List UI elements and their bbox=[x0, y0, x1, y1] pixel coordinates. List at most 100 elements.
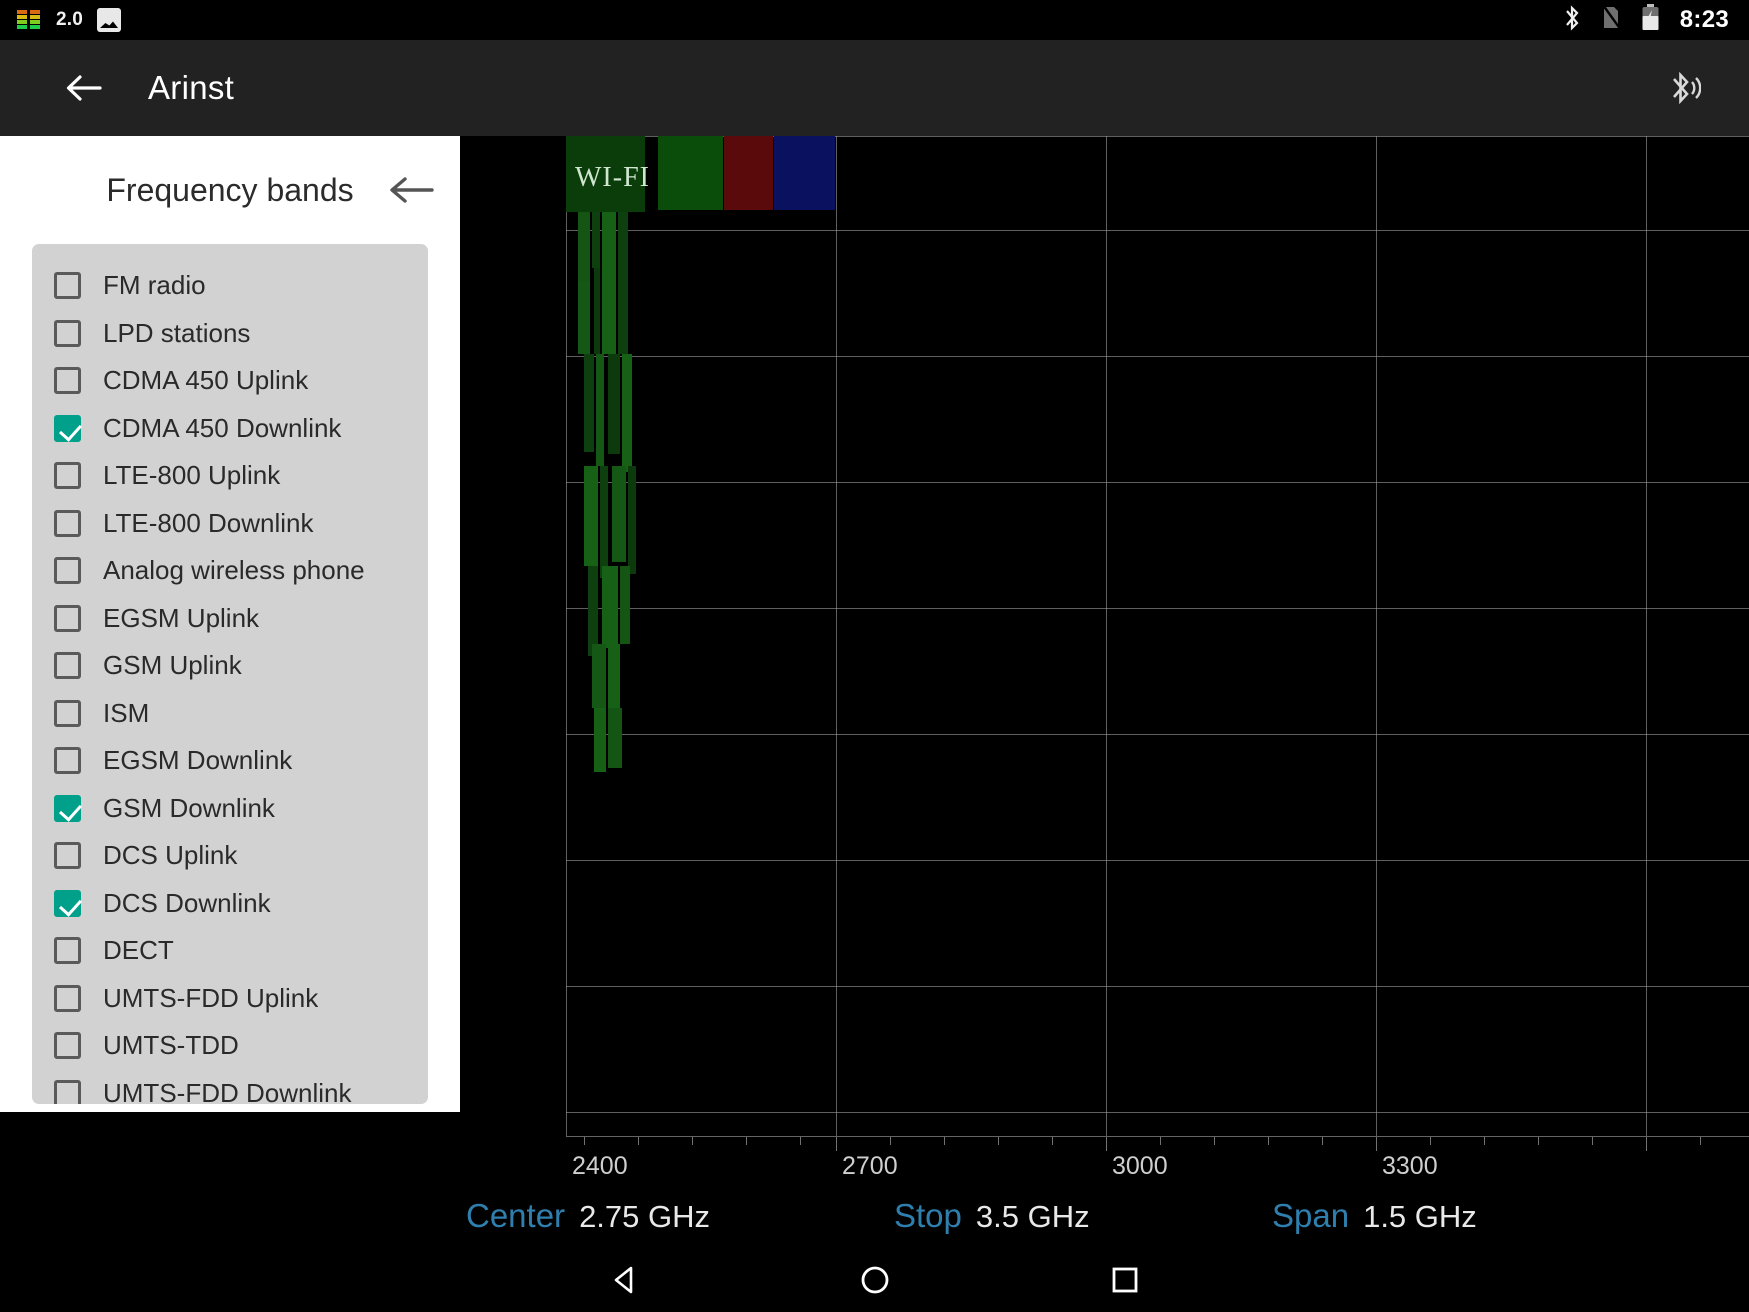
list-item-label: LTE-800 Downlink bbox=[103, 508, 314, 539]
android-navigation-bar bbox=[0, 1248, 1749, 1312]
nav-home-circle-icon[interactable] bbox=[750, 1263, 1000, 1297]
spectrum-panel[interactable]: WI-FI bbox=[460, 136, 1749, 1248]
list-item[interactable]: LTE-800 Downlink bbox=[32, 500, 428, 548]
trace-segment bbox=[602, 212, 616, 292]
trace-segment bbox=[600, 466, 608, 578]
checkbox-icon[interactable] bbox=[54, 557, 81, 584]
checkbox-icon[interactable] bbox=[54, 747, 81, 774]
bluetooth-audio-icon[interactable] bbox=[1667, 68, 1701, 108]
spectrum-plot[interactable]: WI-FI bbox=[566, 136, 1749, 1136]
list-item-label: UMTS-TDD bbox=[103, 1030, 239, 1061]
checkbox-icon[interactable] bbox=[54, 652, 81, 679]
trace-segment bbox=[594, 708, 606, 772]
list-item[interactable]: DCS Downlink bbox=[32, 880, 428, 928]
grid-line-horizontal bbox=[566, 986, 1749, 987]
span-frequency-readout[interactable]: Span 1.5 GHz bbox=[1272, 1197, 1477, 1235]
stop-frequency-readout[interactable]: Stop 3.5 GHz bbox=[894, 1197, 1090, 1235]
app-bar: Arinst bbox=[0, 40, 1749, 136]
status-bar-right: 8:23 bbox=[1563, 4, 1749, 36]
list-item[interactable]: DECT bbox=[32, 927, 428, 975]
band-label-wifi: WI-FI bbox=[575, 162, 650, 194]
drawer-header: Frequency bands bbox=[0, 136, 460, 244]
band-block-green bbox=[658, 136, 723, 210]
list-item[interactable]: UMTS-FDD Downlink bbox=[32, 1070, 428, 1105]
checkbox-icon[interactable] bbox=[54, 320, 81, 347]
spectrum-info-bar: Center 2.75 GHz Stop 3.5 GHz Span 1.5 GH… bbox=[460, 1188, 1749, 1244]
checkbox-icon[interactable] bbox=[54, 1032, 81, 1059]
list-item-label: Analog wireless phone bbox=[103, 555, 365, 586]
checkbox-checked-icon[interactable] bbox=[54, 415, 81, 442]
list-item[interactable]: FM radio bbox=[32, 262, 428, 310]
status-bar-left: 2.0 bbox=[0, 8, 121, 32]
checkbox-icon[interactable] bbox=[54, 985, 81, 1012]
checkbox-icon[interactable] bbox=[54, 842, 81, 869]
trace-segment bbox=[594, 268, 600, 354]
list-item[interactable]: CDMA 450 Uplink bbox=[32, 357, 428, 405]
status-clock: 8:23 bbox=[1680, 6, 1729, 34]
trace-segment bbox=[608, 644, 620, 716]
trace-segment bbox=[596, 354, 604, 466]
nav-recents-square-icon[interactable] bbox=[1000, 1263, 1250, 1297]
list-item[interactable]: CDMA 450 Downlink bbox=[32, 405, 428, 453]
trace-segment bbox=[584, 466, 598, 566]
frequency-bands-drawer[interactable]: Frequency bands FM radio LPD stations CD… bbox=[0, 136, 460, 1112]
trace-segment bbox=[602, 566, 618, 648]
center-label: Center bbox=[466, 1197, 565, 1235]
list-item[interactable]: Analog wireless phone bbox=[32, 547, 428, 595]
list-item-label: UMTS-FDD Downlink bbox=[103, 1078, 351, 1104]
list-item[interactable]: ISM bbox=[32, 690, 428, 738]
list-item[interactable]: DCS Uplink bbox=[32, 832, 428, 880]
checkbox-checked-icon[interactable] bbox=[54, 890, 81, 917]
list-item[interactable]: EGSM Uplink bbox=[32, 595, 428, 643]
checkbox-checked-icon[interactable] bbox=[54, 795, 81, 822]
list-item-label: UMTS-FDD Uplink bbox=[103, 983, 318, 1014]
center-value: 2.75 GHz bbox=[579, 1199, 710, 1235]
list-item-label: DCS Downlink bbox=[103, 888, 271, 919]
status-bar: 2.0 bbox=[0, 0, 1749, 40]
nav-back-triangle-icon[interactable] bbox=[500, 1263, 750, 1297]
grid-line-horizontal bbox=[566, 734, 1749, 735]
checkbox-icon[interactable] bbox=[54, 272, 81, 299]
list-item[interactable]: GSM Downlink bbox=[32, 785, 428, 833]
list-item-label: EGSM Uplink bbox=[103, 603, 259, 634]
band-block-red bbox=[724, 136, 773, 210]
list-item-label: LPD stations bbox=[103, 318, 250, 349]
list-item[interactable]: LPD stations bbox=[32, 310, 428, 358]
trace-segment bbox=[608, 354, 620, 454]
arrow-left-icon[interactable] bbox=[388, 173, 434, 207]
checkbox-icon[interactable] bbox=[54, 937, 81, 964]
checkbox-icon[interactable] bbox=[54, 700, 81, 727]
grid-line-horizontal bbox=[566, 608, 1749, 609]
x-tick-label: 2700 bbox=[842, 1152, 898, 1181]
list-item-label: DCS Uplink bbox=[103, 840, 237, 871]
equalizer-icon bbox=[16, 8, 42, 32]
checkbox-icon[interactable] bbox=[54, 510, 81, 537]
list-item-label: DECT bbox=[103, 935, 174, 966]
trace-segment bbox=[592, 212, 600, 268]
grid-line-horizontal bbox=[566, 860, 1749, 861]
center-frequency-readout[interactable]: Center 2.75 GHz bbox=[466, 1197, 710, 1235]
trace-segment bbox=[622, 354, 632, 472]
list-item[interactable]: LTE-800 Uplink bbox=[32, 452, 428, 500]
checkbox-icon[interactable] bbox=[54, 1080, 81, 1104]
list-item[interactable]: GSM Uplink bbox=[32, 642, 428, 690]
list-item[interactable]: EGSM Downlink bbox=[32, 737, 428, 785]
list-item-label: FM radio bbox=[103, 270, 206, 301]
checkbox-icon[interactable] bbox=[54, 462, 81, 489]
trace-segment bbox=[602, 292, 616, 354]
checkbox-icon[interactable] bbox=[54, 605, 81, 632]
drawer-title: Frequency bands bbox=[106, 172, 353, 209]
list-item[interactable]: UMTS-TDD bbox=[32, 1022, 428, 1070]
status-version-label: 2.0 bbox=[56, 9, 83, 31]
frequency-bands-list[interactable]: FM radio LPD stations CDMA 450 Uplink CD… bbox=[32, 244, 428, 1104]
x-axis: 2400 2700 3000 3300 bbox=[566, 1136, 1749, 1182]
list-item-label: LTE-800 Uplink bbox=[103, 460, 280, 491]
trace-segment bbox=[612, 466, 626, 562]
grid-line-horizontal bbox=[566, 1112, 1749, 1113]
list-item[interactable]: UMTS-FDD Uplink bbox=[32, 975, 428, 1023]
checkbox-icon[interactable] bbox=[54, 367, 81, 394]
arrow-left-icon[interactable] bbox=[62, 67, 104, 109]
no-sim-icon bbox=[1601, 5, 1621, 35]
trace-segment bbox=[584, 354, 594, 452]
x-tick-label: 3300 bbox=[1382, 1152, 1438, 1181]
